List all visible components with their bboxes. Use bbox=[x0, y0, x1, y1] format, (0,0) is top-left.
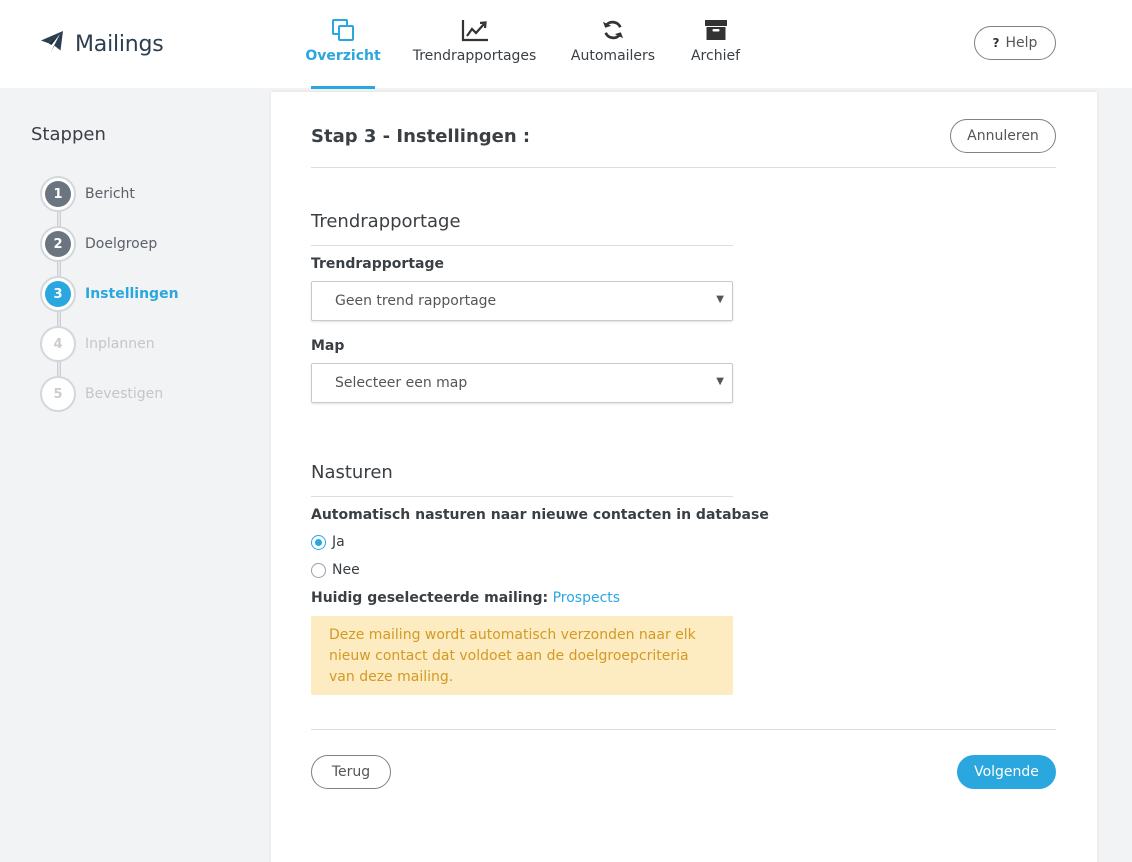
current-mailing-label: Huidig geselecteerde mailing: bbox=[311, 590, 549, 606]
resend-section-title: Nasturen bbox=[311, 462, 393, 483]
top-navigation-bar: Mailings Overzicht Trendrapportages Auto… bbox=[0, 0, 1132, 89]
step-circle: 5 bbox=[40, 376, 76, 412]
step-circle: 3 bbox=[40, 276, 76, 312]
radio-label: Ja bbox=[332, 534, 345, 550]
line-chart-icon bbox=[461, 17, 489, 43]
step-number: 4 bbox=[45, 331, 71, 357]
sidebar-title: Stappen bbox=[31, 124, 106, 145]
map-field-label: Map bbox=[311, 338, 345, 354]
trend-section-title: Trendrapportage bbox=[311, 211, 461, 232]
app-brand[interactable]: Mailings bbox=[40, 30, 164, 58]
step-item-instellingen[interactable]: 3 Instellingen bbox=[40, 276, 240, 312]
caret-down-icon: ▼ bbox=[716, 294, 724, 305]
step-label: Doelgroep bbox=[85, 236, 158, 252]
step-label: Bericht bbox=[85, 186, 135, 202]
tab-archief[interactable]: Archief bbox=[690, 0, 741, 88]
warning-alert: Deze mailing wordt automatisch verzonden… bbox=[311, 616, 733, 695]
resend-section-divider bbox=[311, 496, 733, 497]
trend-field-label: Trendrapportage bbox=[311, 256, 444, 272]
step-number: 3 bbox=[45, 281, 71, 307]
tab-trendrapportages[interactable]: Trendrapportages bbox=[412, 0, 537, 88]
step-label: Instellingen bbox=[85, 286, 179, 302]
next-button[interactable]: Volgende bbox=[957, 755, 1056, 789]
help-button-label: Help bbox=[1005, 35, 1038, 51]
cancel-button[interactable]: Annuleren bbox=[950, 119, 1056, 153]
copy-icon bbox=[331, 17, 355, 43]
step-label: Inplannen bbox=[85, 336, 155, 352]
trend-select-value: Geen trend rapportage bbox=[335, 293, 497, 309]
step-label: Bevestigen bbox=[85, 386, 164, 402]
radio-ja[interactable]: Ja bbox=[311, 534, 345, 550]
help-button[interactable]: ? Help bbox=[974, 26, 1056, 60]
step-number: 1 bbox=[45, 181, 71, 207]
tab-archief-label: Archief bbox=[690, 48, 741, 64]
paper-plane-icon bbox=[40, 30, 64, 58]
page-title: Stap 3 - Instellingen : bbox=[311, 126, 531, 147]
step-item-doelgroep[interactable]: 2 Doelgroep bbox=[40, 226, 240, 262]
step-number: 2 bbox=[45, 231, 71, 257]
app-title: Mailings bbox=[75, 31, 164, 57]
question-icon: ? bbox=[992, 36, 1000, 50]
trend-section-divider bbox=[311, 245, 733, 246]
trend-select[interactable]: Geen trend rapportage ▼ bbox=[311, 281, 733, 321]
step-item-bericht[interactable]: 1 Bericht bbox=[40, 176, 240, 212]
step-circle: 2 bbox=[40, 226, 76, 262]
map-select-value: Selecteer een map bbox=[335, 375, 468, 391]
tab-automailers-label: Automailers bbox=[570, 48, 656, 64]
settings-panel: Stap 3 - Instellingen : Annuleren Trendr… bbox=[271, 92, 1097, 862]
radio-button[interactable] bbox=[311, 534, 326, 550]
tab-trendrapportages-label: Trendrapportages bbox=[412, 48, 537, 64]
radio-nee[interactable]: Nee bbox=[311, 562, 360, 578]
current-mailing-link[interactable]: Prospects bbox=[553, 590, 620, 606]
caret-down-icon: ▼ bbox=[716, 376, 724, 387]
tab-automailers[interactable]: Automailers bbox=[570, 0, 656, 88]
step-circle: 4 bbox=[40, 326, 76, 362]
step-item-bevestigen: 5 Bevestigen bbox=[40, 376, 240, 412]
current-mailing-info: Huidig geselecteerde mailing: Prospects bbox=[311, 590, 620, 606]
back-button[interactable]: Terug bbox=[311, 755, 391, 789]
resend-question: Automatisch nasturen naar nieuwe contact… bbox=[311, 507, 769, 523]
step-circle: 1 bbox=[40, 176, 76, 212]
tab-overzicht[interactable]: Overzicht bbox=[305, 0, 381, 89]
tab-overzicht-label: Overzicht bbox=[305, 48, 381, 64]
archive-icon bbox=[704, 17, 728, 43]
radio-label: Nee bbox=[332, 562, 360, 578]
step-item-inplannen: 4 Inplannen bbox=[40, 326, 240, 362]
step-number: 5 bbox=[45, 381, 71, 407]
radio-button[interactable] bbox=[311, 562, 326, 578]
map-select[interactable]: Selecteer een map ▼ bbox=[311, 363, 733, 403]
refresh-icon bbox=[602, 17, 624, 43]
title-divider bbox=[311, 167, 1056, 168]
footer-divider bbox=[311, 729, 1056, 730]
